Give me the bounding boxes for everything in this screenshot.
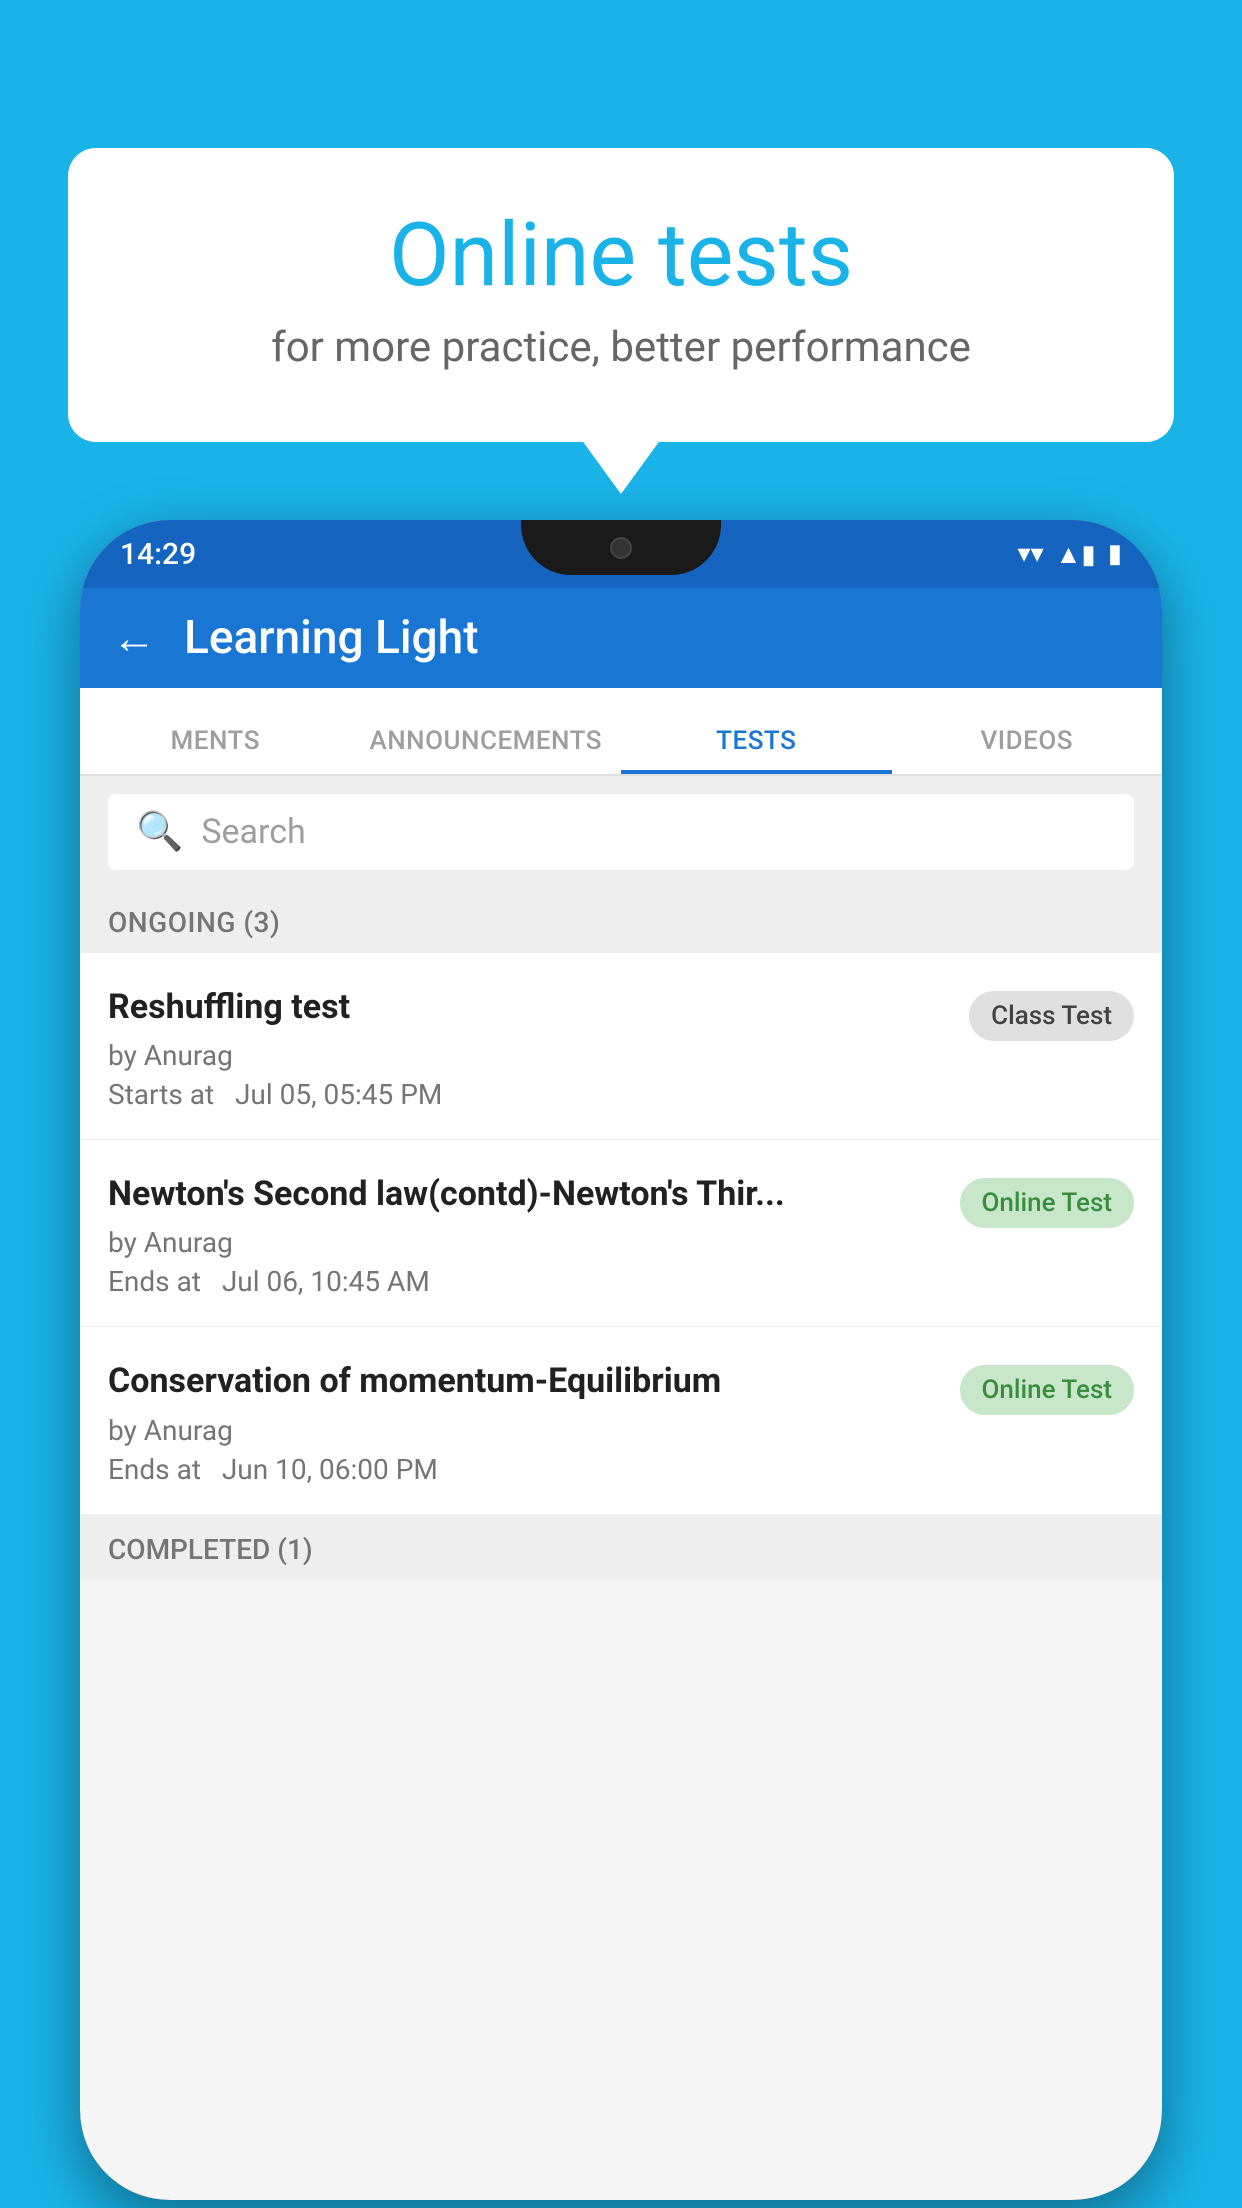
app-bar: ← Learning Light [80,588,1162,688]
test-badge: Online Test [960,1178,1135,1228]
wifi-icon: ▾▾ [1018,539,1044,569]
search-container: 🔍 Search [80,776,1162,888]
test-list: Reshuffling test by Anurag Starts at Jul… [80,953,1162,1515]
test-author: by Anurag [108,1414,940,1447]
test-name: Conservation of momentum-Equilibrium [108,1359,940,1403]
tab-tests[interactable]: TESTS [621,726,892,774]
time-label: Ends at [108,1265,201,1298]
tab-videos[interactable]: VIDEOS [892,726,1163,774]
time-label: Ends at [108,1453,201,1486]
back-button[interactable]: ← [112,612,156,664]
search-icon: 🔍 [136,810,183,854]
signal-icon: ▲▮ [1056,539,1096,570]
test-item[interactable]: Conservation of momentum-Equilibrium by … [80,1327,1162,1514]
time-label: Starts at [108,1078,214,1111]
camera [610,537,632,559]
test-time: Ends at Jun 10, 06:00 PM [108,1453,940,1486]
test-info: Conservation of momentum-Equilibrium by … [108,1359,960,1485]
test-info: Reshuffling test by Anurag Starts at Jul… [108,985,969,1111]
phone-frame: 14:29 ▾▾ ▲▮ ▮ ← Learning Light MENTS ANN… [80,520,1162,2200]
status-icons: ▾▾ ▲▮ ▮ [1018,539,1122,570]
test-author: by Anurag [108,1039,949,1072]
test-badge: Online Test [960,1365,1135,1415]
test-author: by Anurag [108,1226,940,1259]
test-info: Newton's Second law(contd)-Newton's Thir… [108,1172,960,1298]
test-time: Ends at Jul 06, 10:45 AM [108,1265,940,1298]
test-item[interactable]: Reshuffling test by Anurag Starts at Jul… [80,953,1162,1140]
time-value: Jun 10, 06:00 PM [222,1453,438,1486]
status-bar: 14:29 ▾▾ ▲▮ ▮ [80,520,1162,588]
bubble-title: Online tests [148,208,1094,305]
time-value: Jul 06, 10:45 AM [222,1265,430,1298]
tab-bar: MENTS ANNOUNCEMENTS TESTS VIDEOS [80,688,1162,776]
completed-section-header: COMPLETED (1) [80,1515,1162,1580]
notch [521,520,721,575]
test-item[interactable]: Newton's Second law(contd)-Newton's Thir… [80,1140,1162,1327]
test-name: Reshuffling test [108,985,949,1029]
tab-ments[interactable]: MENTS [80,726,351,774]
promo-bubble: Online tests for more practice, better p… [68,148,1174,442]
search-placeholder: Search [201,812,305,852]
status-time: 14:29 [120,537,196,572]
test-badge: Class Test [969,991,1134,1041]
time-value: Jul 05, 05:45 PM [235,1078,442,1111]
tab-announcements[interactable]: ANNOUNCEMENTS [351,726,622,774]
search-bar[interactable]: 🔍 Search [108,794,1134,870]
ongoing-section-header: ONGOING (3) [80,888,1162,953]
bubble-subtitle: for more practice, better performance [148,323,1094,372]
app-title: Learning Light [184,611,479,665]
battery-icon: ▮ [1108,539,1122,569]
phone-screen: 14:29 ▾▾ ▲▮ ▮ ← Learning Light MENTS ANN… [80,520,1162,2200]
test-name: Newton's Second law(contd)-Newton's Thir… [108,1172,940,1216]
test-time: Starts at Jul 05, 05:45 PM [108,1078,949,1111]
